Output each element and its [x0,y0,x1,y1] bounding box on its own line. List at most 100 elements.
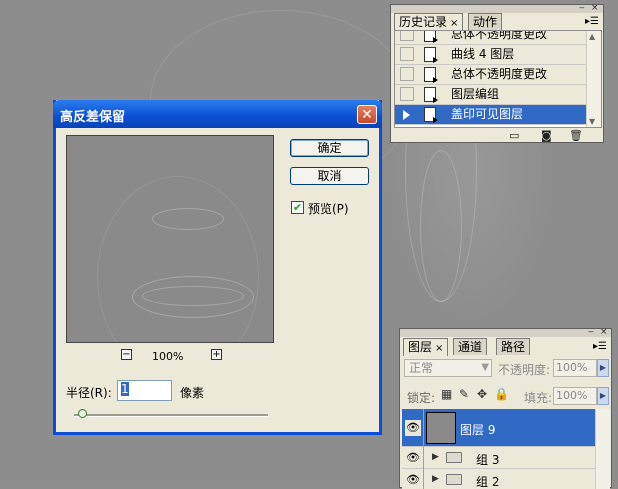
layer-name: 图层 9 [460,423,496,437]
snapshot-source-checkbox[interactable] [400,47,414,61]
dialog-titlebar[interactable]: 高反差保留 ✕ [53,100,382,128]
dialog-title: 高反差保留 [60,110,126,125]
history-state-pointer-icon [403,110,410,120]
tab-close-icon[interactable]: × [435,343,443,354]
scroll-down-icon[interactable]: ▼ [589,117,595,126]
lock-transparency-icon[interactable]: ▦ [441,388,452,401]
history-item-selected[interactable]: 盖印可见图层 [395,105,587,125]
radius-input[interactable]: 1 [117,380,172,401]
panel-titlebar[interactable]: ‒ × [391,3,603,13]
eye-visibility-icon[interactable]: 👁 [405,472,421,488]
divider [423,409,424,447]
lock-move-icon[interactable]: ✥ [477,388,487,401]
cancel-button[interactable]: 取消 [290,167,369,185]
folder-icon [446,474,462,485]
scroll-up-icon[interactable]: ▲ [589,32,595,41]
tab-label: 图层 [408,340,433,354]
tab-actions[interactable]: 动作 [468,13,503,30]
history-item-label: 图层编组 [451,87,500,101]
tab-label: 路径 [501,340,526,354]
lock-brush-icon[interactable]: ✎ [459,388,469,401]
minimize-icon[interactable]: ‒ [588,327,594,337]
opacity-value: 100% [556,361,588,374]
fill-label: 填充: [524,391,553,405]
opacity-slider-button[interactable]: ▶ [597,359,609,377]
layer-thumbnail [426,412,456,444]
snapshot-source-checkbox[interactable] [400,87,414,101]
preview-detail [97,176,259,342]
eye-visibility-icon[interactable]: 👁 [405,450,421,466]
history-item-label: 总体不透明度更改 [451,30,548,41]
history-state-icon [424,87,438,103]
tab-close-icon[interactable]: × [450,18,458,29]
layer-row[interactable]: 👁 ▶ 组 2 [402,469,599,489]
history-state-icon [424,107,438,123]
opacity-label: 不透明度: [498,363,551,377]
high-pass-dialog: 高反差保留 ✕ − 100% + 半径(R): 1 像素 确定 取消 ✔ 预览(… [53,100,382,435]
history-item-label: 盖印可见图层 [451,107,524,121]
chevron-down-icon: ▼ [481,362,489,373]
camera-snapshot-icon[interactable]: ◙ [541,130,552,141]
tab-label: 通道 [458,340,483,354]
history-scrollbar[interactable]: ▲ ▼ [586,31,601,127]
layers-scrollbar[interactable] [595,409,610,489]
zoom-level: 100% [152,350,184,363]
history-state-icon [424,31,438,43]
tab-label: 历史记录 [399,15,448,29]
lock-all-icon[interactable]: 🔒 [494,388,509,401]
tab-channels[interactable]: 通道 [453,338,488,355]
history-item[interactable]: 总体不透明度更改 [395,30,587,45]
zoom-in-button[interactable]: + [211,349,222,360]
layer-name: 组 2 [476,475,500,489]
radius-slider-thumb[interactable] [78,409,87,418]
new-document-icon[interactable]: ▭ [509,130,519,141]
expand-arrow-icon[interactable]: ▶ [432,452,439,462]
blend-mode-select[interactable]: 正常 ▼ [404,359,492,377]
ok-button[interactable]: 确定 [290,139,369,157]
snapshot-source-checkbox[interactable] [400,31,414,41]
tab-history[interactable]: 历史记录 × [394,13,464,31]
folder-icon [446,452,462,463]
close-icon[interactable]: × [591,3,599,13]
minimize-icon[interactable]: ‒ [579,3,585,13]
tab-label: 动作 [473,15,498,29]
radius-slider-track[interactable] [74,414,268,417]
layer-list: 👁 图层 9 👁 ▶ 组 3 👁 ▶ 组 2 [402,409,610,489]
preview-checkbox-label[interactable]: 预览(P) [308,200,349,217]
radius-label: 半径(R): [66,386,112,400]
history-item-label: 曲线 4 图层 [451,47,515,61]
history-list: 总体不透明度更改 曲线 4 图层 总体不透明度更改 图层编组 盖印可见图层 ▲ … [394,30,602,128]
close-icon[interactable]: × [600,327,608,337]
fill-slider-button[interactable]: ▶ [597,387,609,405]
filter-preview[interactable] [66,135,274,343]
zoom-out-button[interactable]: − [121,349,132,360]
panel-menu-icon[interactable]: ▸☰ [593,342,607,352]
history-item[interactable]: 曲线 4 图层 [395,45,587,65]
layer-row-selected[interactable]: 👁 图层 9 [402,409,599,447]
radius-value: 1 [121,382,129,396]
layer-row[interactable]: 👁 ▶ 组 3 [402,447,599,469]
tab-layers[interactable]: 图层 × [403,338,449,356]
history-item[interactable]: 总体不透明度更改 [395,65,587,85]
snapshot-source-checkbox[interactable] [400,67,414,81]
canvas-texture [420,150,462,302]
eye-visibility-icon[interactable]: 👁 [405,420,421,436]
divider [423,469,424,489]
history-state-icon [424,67,438,83]
opacity-input[interactable]: 100% [553,359,597,377]
divider [423,447,424,469]
panel-titlebar[interactable]: ‒ × [400,327,611,337]
history-panel: ‒ × 历史记录 × 动作 ▸☰ 总体不透明度更改 曲线 4 图层 总体不透明度更… [390,3,604,143]
dialog-close-button[interactable]: ✕ [357,105,377,124]
history-item[interactable]: 图层编组 [395,85,587,105]
unit-label: 像素 [180,386,205,400]
preview-checkbox[interactable]: ✔ [291,201,304,214]
fill-value: 100% [556,389,588,402]
trash-icon[interactable]: 🗑 [569,130,583,141]
panel-menu-icon[interactable]: ▸☰ [585,17,599,27]
history-item-label: 总体不透明度更改 [451,67,548,81]
history-footer: ▭ ◙ 🗑 [391,129,603,143]
tab-paths[interactable]: 路径 [496,338,531,355]
blend-mode-value: 正常 [409,361,434,375]
fill-input[interactable]: 100% [553,387,597,405]
